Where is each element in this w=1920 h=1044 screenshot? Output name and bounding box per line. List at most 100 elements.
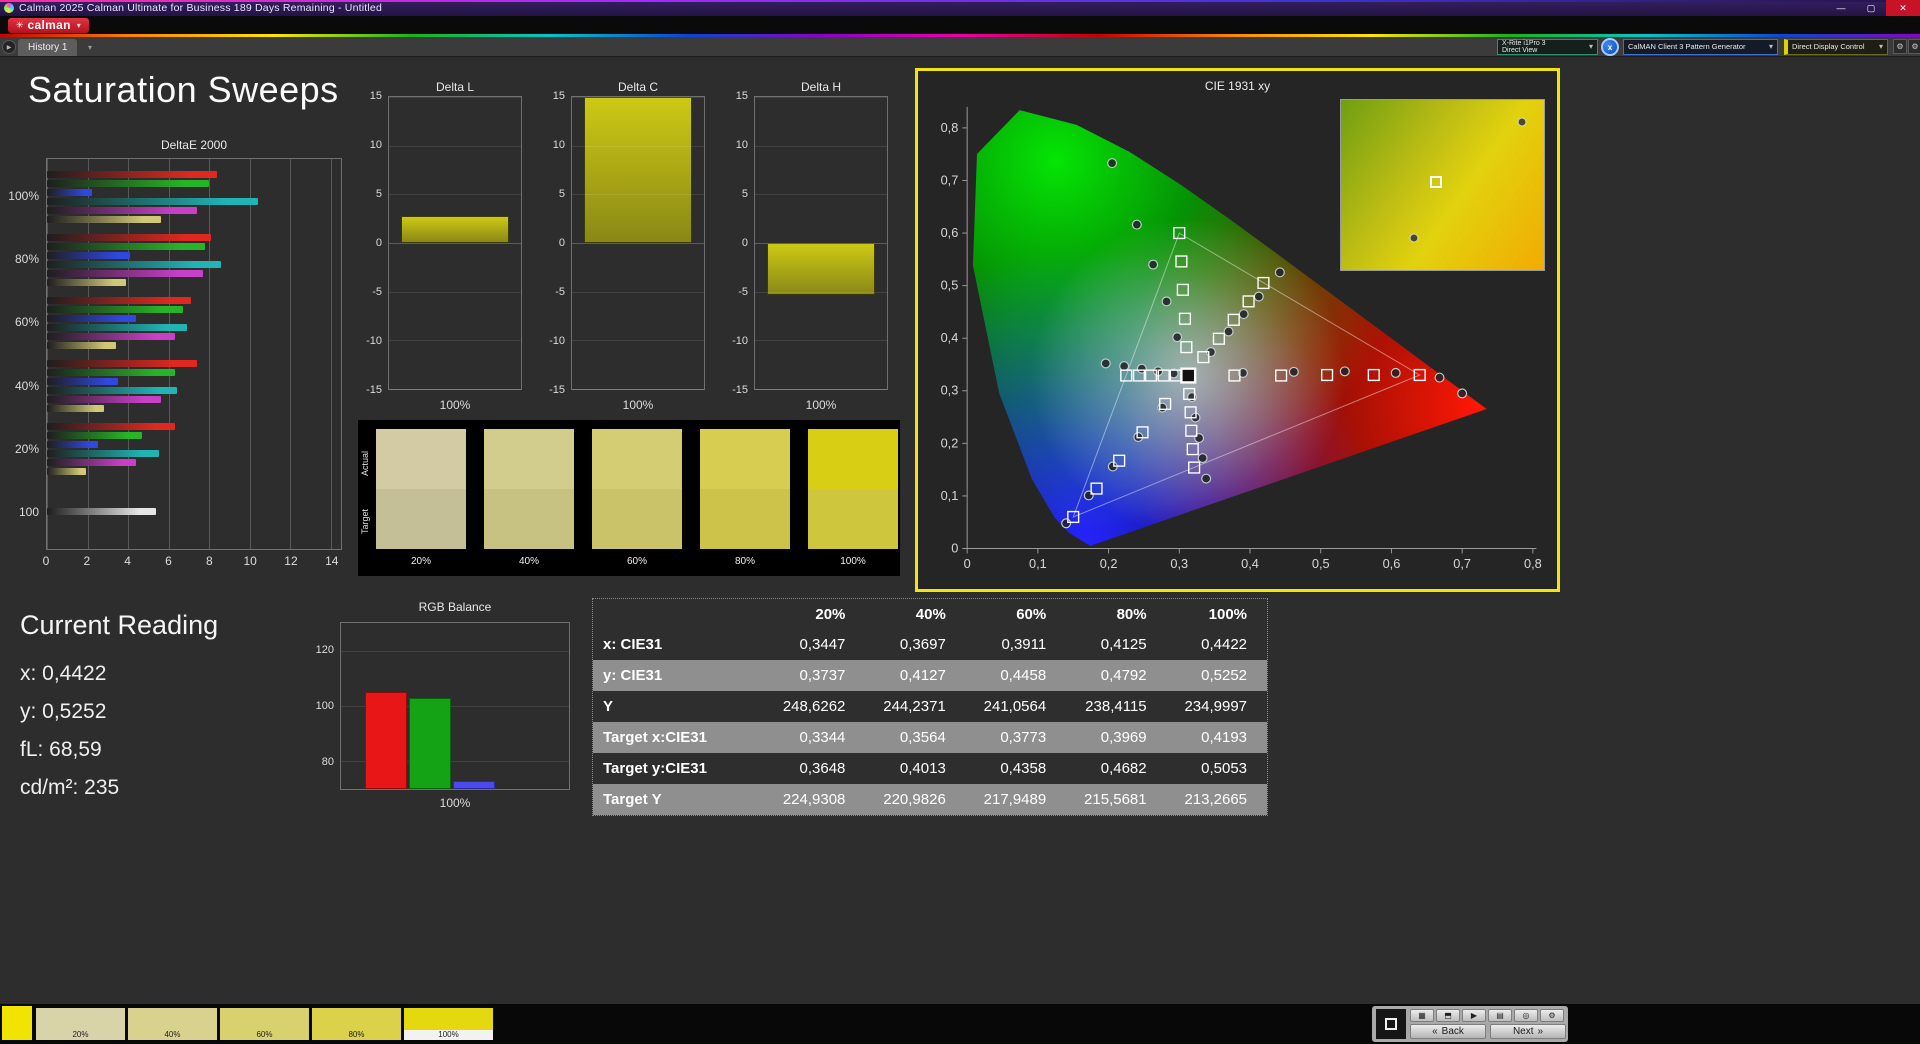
- target-row-label: Target: [360, 492, 374, 550]
- maximize-button[interactable]: ▢: [1856, 0, 1886, 16]
- table-column-header: 40%: [865, 606, 965, 623]
- xrite-logo-badge[interactable]: x: [1601, 38, 1619, 56]
- deltae-plot-area: [46, 158, 342, 550]
- display-control-selector[interactable]: Direct Display Control ▾: [1784, 39, 1888, 55]
- table-value: 0,3737: [765, 667, 865, 684]
- svg-text:0,5: 0,5: [1312, 556, 1330, 571]
- table-column-header: 20%: [765, 606, 865, 623]
- chart-title: CIE 1931 xy: [918, 79, 1557, 93]
- title-bar: Calman 2025 Calman Ultimate for Business…: [0, 0, 1920, 16]
- pattern-window-button[interactable]: ▦: [1410, 1009, 1434, 1022]
- pattern-swatch-40%[interactable]: 40%: [128, 1008, 217, 1040]
- gridline: [389, 97, 521, 98]
- gridline: [755, 97, 887, 98]
- deltae-bar-cyan: [47, 261, 221, 268]
- gridline: [572, 389, 704, 390]
- measurement-point: [1084, 491, 1093, 500]
- measurement-point: [1289, 367, 1298, 376]
- chart-title: DeltaE 2000: [46, 138, 342, 152]
- svg-text:0: 0: [964, 556, 971, 571]
- y-tick-label: 80: [322, 756, 334, 768]
- swatch-label: 80%: [312, 1030, 401, 1040]
- x-axis-label: 100%: [571, 398, 705, 412]
- list-button[interactable]: ▤: [1488, 1009, 1512, 1022]
- bar-group: [47, 165, 341, 228]
- bottom-bar: 20%40%60%80%100% ▦⬒▶▤◎⚙ « Back Next »: [0, 1004, 1920, 1044]
- meter-selector[interactable]: X-Rite i1Pro 3 Direct View ▾: [1497, 39, 1598, 55]
- pattern-window-preview[interactable]: [1376, 1009, 1406, 1039]
- x-tick-label: 4: [124, 554, 131, 568]
- saturation-column-40%: 40%: [484, 420, 574, 576]
- table-value: 0,4193: [1167, 729, 1267, 746]
- table-value: 0,3911: [966, 636, 1066, 653]
- tab-history-1[interactable]: History 1: [18, 39, 77, 56]
- x-axis-label: 100%: [388, 398, 522, 412]
- svg-text:0,4: 0,4: [941, 330, 959, 345]
- pattern-swatch-80%[interactable]: 80%: [312, 1008, 401, 1040]
- expand-button[interactable]: ⬒: [1436, 1009, 1460, 1022]
- delta-c-chart: Delta C 151050-5-10-15 100%: [541, 80, 711, 420]
- next-button[interactable]: Next »: [1490, 1024, 1566, 1039]
- calman-logo-menu[interactable]: ✳ calman ▾: [8, 18, 89, 33]
- table-value: 224,9308: [765, 791, 865, 808]
- measurement-point: [1239, 310, 1248, 319]
- pattern-swatch-20%[interactable]: 20%: [36, 1008, 125, 1040]
- play-button[interactable]: ▶: [1462, 1009, 1486, 1022]
- y-axis: 151050-5-10-15: [724, 96, 751, 390]
- measurement-point: [1458, 389, 1467, 398]
- x-axis-label: 100%: [754, 398, 888, 412]
- gridline: [755, 389, 887, 390]
- deltae-bar-yellow: [47, 468, 86, 475]
- svg-text:0,6: 0,6: [1383, 556, 1401, 571]
- y-tick-label: 120: [316, 644, 334, 656]
- svg-text:0,8: 0,8: [1524, 556, 1542, 571]
- pattern-generator-selector[interactable]: CalMAN Client 3 Pattern Generator ▾: [1623, 39, 1778, 55]
- y-tick-label: -15: [549, 384, 565, 396]
- pattern-swatch-60%[interactable]: 60%: [220, 1008, 309, 1040]
- column-label: 60%: [592, 556, 682, 567]
- y-tick-label: -5: [372, 286, 382, 298]
- settings-button[interactable]: ⚙: [1540, 1009, 1564, 1022]
- reading-y: y: 0,5252: [20, 693, 320, 731]
- deltae-bar-red: [47, 234, 211, 241]
- close-button[interactable]: ✕: [1886, 0, 1920, 16]
- settings-icon[interactable]: ⚙: [1908, 39, 1920, 54]
- deltae-bar-green: [47, 306, 183, 313]
- deltae-bar-cyan: [47, 450, 159, 457]
- svg-text:0,2: 0,2: [1100, 556, 1118, 571]
- y-tick-label: -5: [738, 286, 748, 298]
- gridline: [389, 146, 521, 147]
- gridline: [572, 97, 704, 98]
- current-pattern-patch: [2, 1006, 32, 1040]
- actual-swatch: [808, 429, 898, 489]
- row-label: x: CIE31: [593, 636, 765, 653]
- deltae-bar-blue: [47, 441, 98, 448]
- rgb-balance-chart: RGB Balance 12010080 100%: [302, 600, 582, 812]
- measurement-point: [1162, 297, 1171, 306]
- pattern-swatch-100%[interactable]: 100%: [404, 1008, 493, 1040]
- y-tick-label: 100: [316, 700, 334, 712]
- window-title: Calman 2025 Calman Ultimate for Business…: [19, 2, 382, 14]
- measurement-point: [1254, 292, 1263, 301]
- back-button[interactable]: « Back: [1410, 1024, 1486, 1039]
- bar-group: [47, 480, 341, 543]
- plot-area: [388, 96, 522, 390]
- current-measurement-point: [1181, 369, 1195, 383]
- saturation-column-60%: 60%: [592, 420, 682, 576]
- y-tick-label: 10: [553, 139, 565, 151]
- gear-icon[interactable]: ⚙: [1893, 39, 1907, 54]
- target-button[interactable]: ◎: [1514, 1009, 1538, 1022]
- table-value: 0,4358: [966, 760, 1066, 777]
- tab-scroll-button[interactable]: ▶: [2, 40, 16, 54]
- deltae-bar-magenta: [47, 333, 175, 340]
- group-label: 60%: [6, 291, 44, 354]
- x-tick-label: 0: [43, 554, 50, 568]
- svg-text:0: 0: [951, 540, 958, 555]
- chevron-down-icon: ▾: [1769, 43, 1773, 51]
- table-value: 0,4792: [1066, 667, 1166, 684]
- next-chevrons-icon: »: [1538, 1026, 1544, 1037]
- inset-measurement-point: [1410, 233, 1419, 242]
- tab-dropdown-icon[interactable]: ▾: [88, 43, 92, 52]
- minimize-button[interactable]: —: [1826, 0, 1856, 16]
- deltae-bar-cyan: [47, 324, 187, 331]
